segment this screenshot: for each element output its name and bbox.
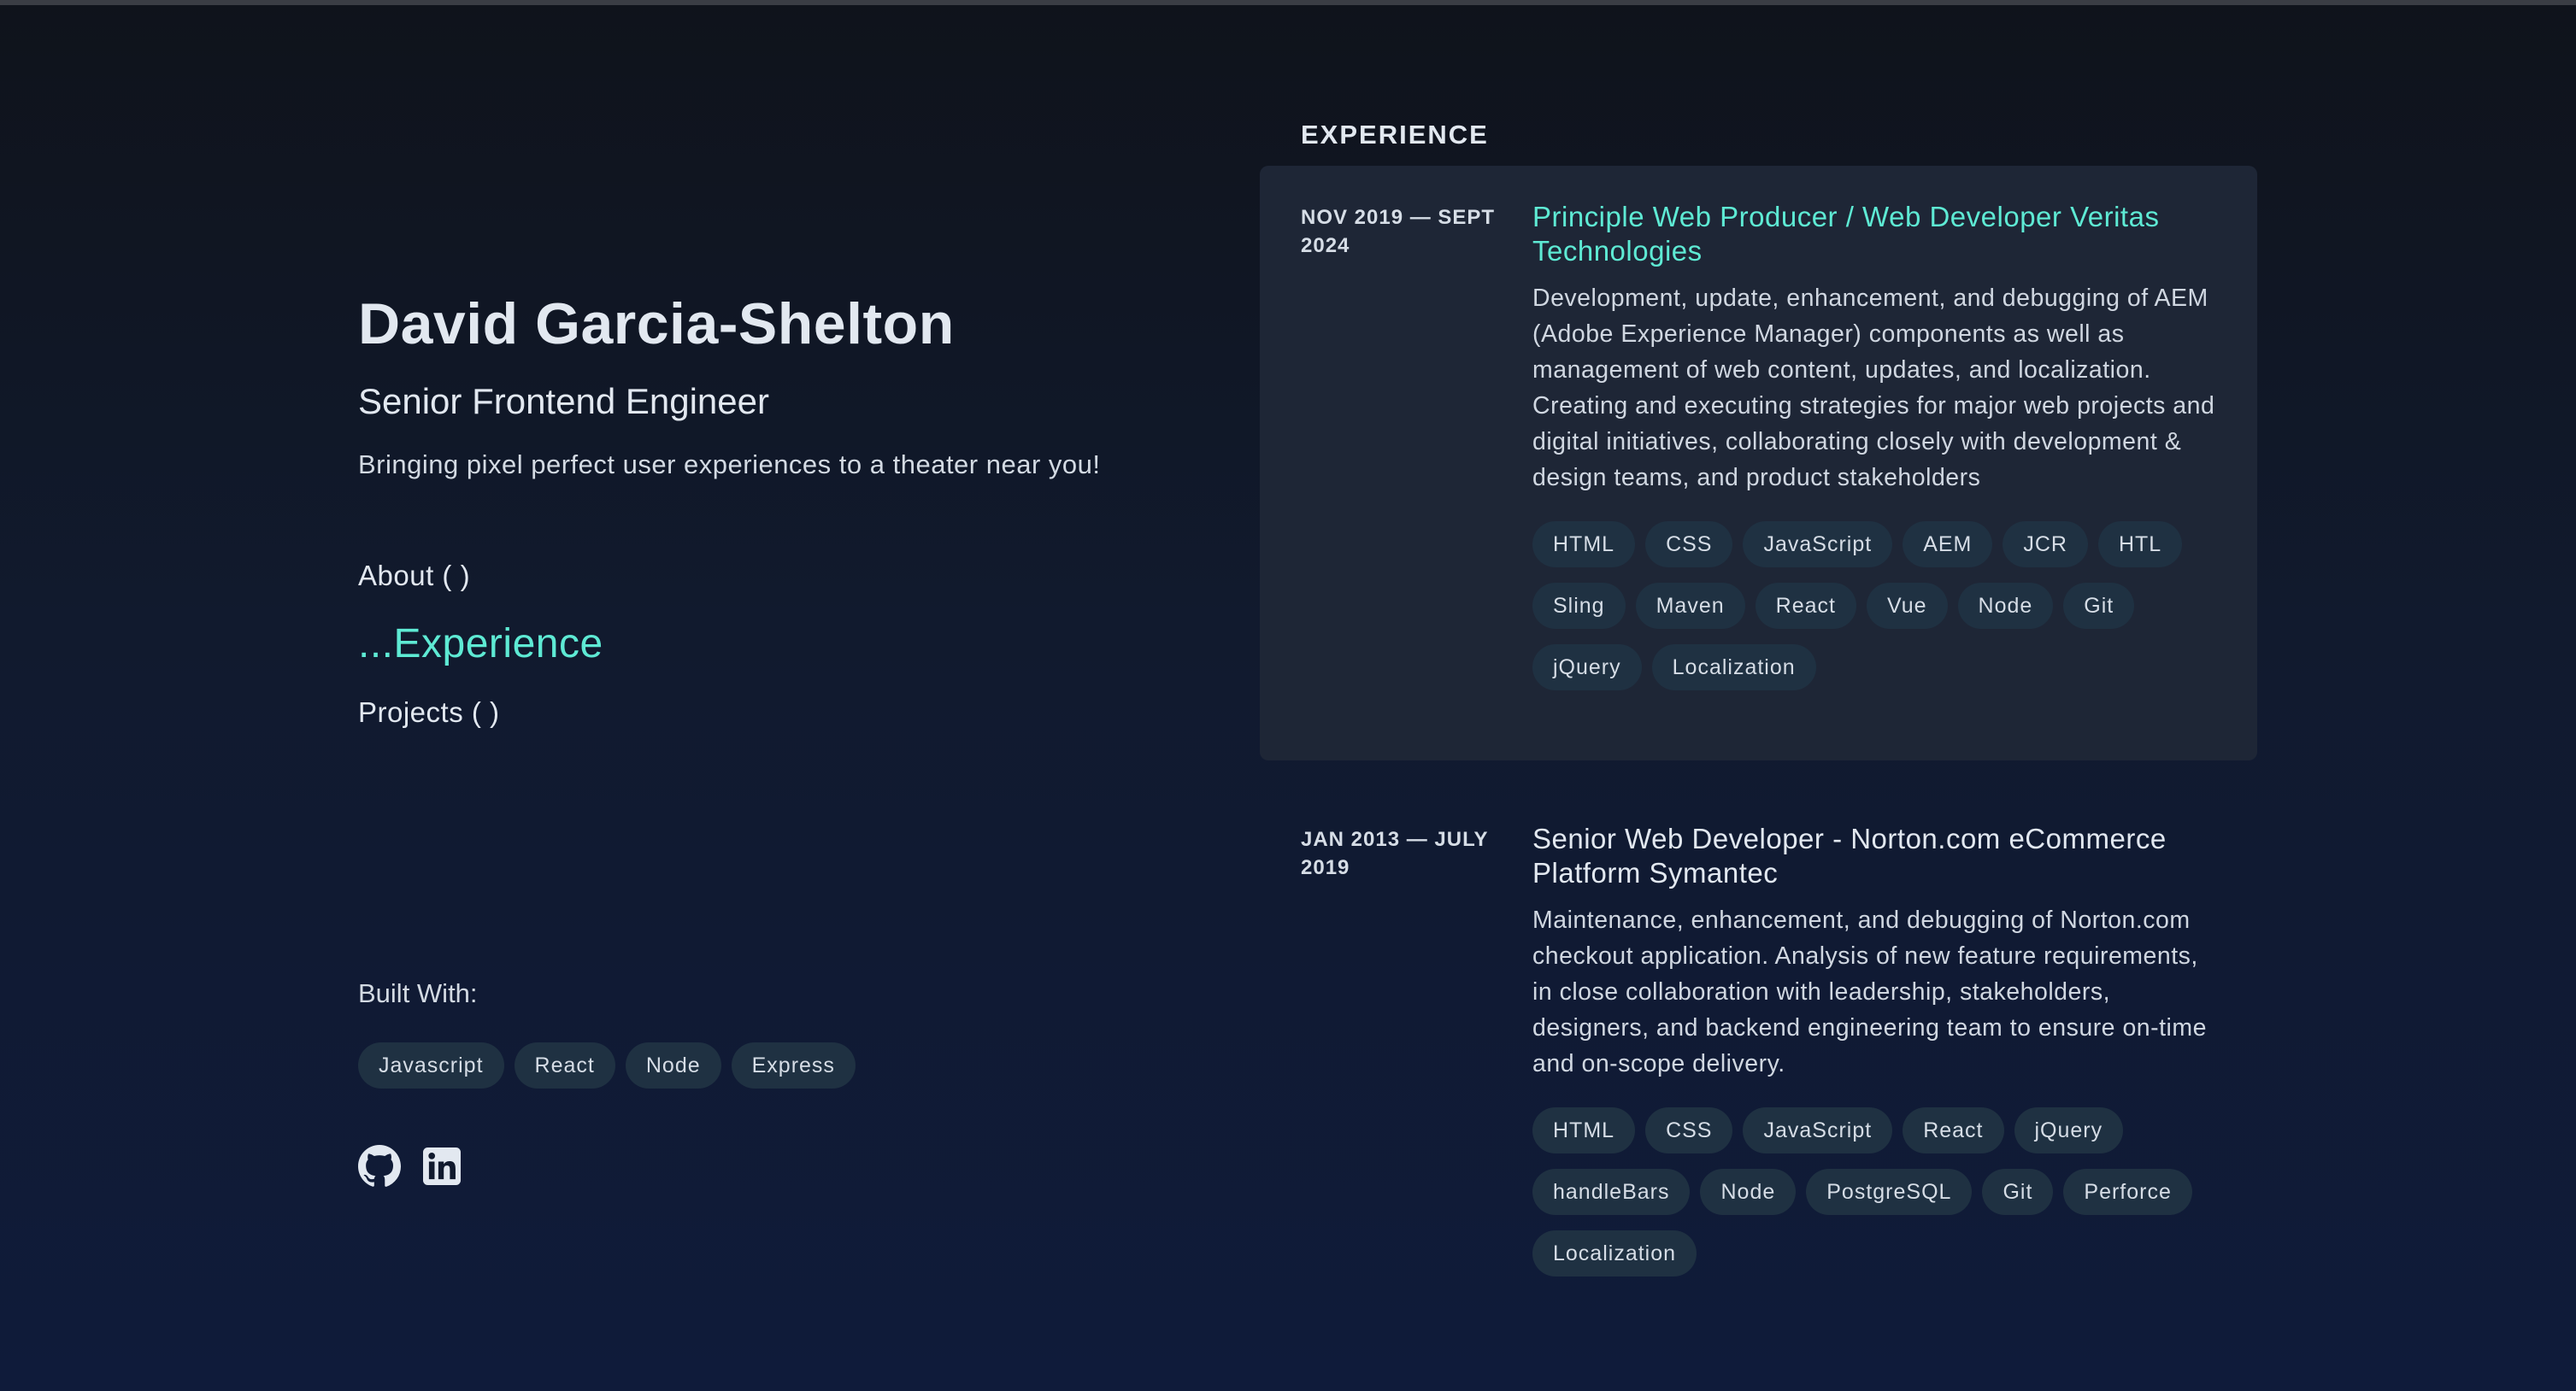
social-links [358, 1145, 466, 1188]
built-with-list: Javascript React Node Express [358, 1042, 856, 1089]
nav-projects[interactable]: Projects ( ) [358, 678, 1127, 747]
experience-tags: HTML CSS JavaScript React jQuery handleBars No… [1532, 1107, 2216, 1277]
tech-tag: jQuery [2014, 1107, 2124, 1153]
built-with-pill: React [514, 1042, 615, 1089]
experience-item[interactable]: NOV 2019 — SEPT 2024 Principle Web Produ… [1260, 166, 2257, 760]
tech-tag: CSS [1645, 521, 1733, 567]
profile-role: Senior Frontend Engineer [358, 381, 769, 421]
experience-title[interactable]: Senior Web Developer - Norton.com eComme… [1532, 822, 2216, 890]
experience-date: JAN 2013 — JULY 2019 [1301, 828, 1489, 879]
window-top-border [0, 0, 2576, 5]
tech-tag: PostgreSQL [1806, 1169, 1973, 1215]
tech-tag: HTML [1532, 1107, 1636, 1153]
github-icon[interactable] [358, 1145, 402, 1188]
experience-description: Maintenance, enhancement, and debugging … [1532, 907, 2207, 1077]
experience-description: Development, update, enhancement, and de… [1532, 285, 2215, 491]
built-with-pill: Javascript [358, 1042, 504, 1089]
tech-tag: CSS [1645, 1107, 1733, 1153]
nav-about[interactable]: About ( ) [358, 542, 1127, 610]
tech-tag: Vue [1866, 583, 1948, 629]
built-with-label: Built With: [358, 978, 478, 1008]
tech-tag: Git [1982, 1169, 2054, 1215]
tech-tag: Localization [1651, 644, 1816, 690]
tech-tag: React [1755, 583, 1856, 629]
tech-tag: Node [1957, 583, 2054, 629]
built-with-pill: Node [625, 1042, 721, 1089]
experience-tags: HTML CSS JavaScript AEM JCR HTL Sling Maven Reac… [1532, 521, 2216, 690]
tech-tag: JavaScript [1743, 1107, 1893, 1153]
tech-tag: AEM [1903, 521, 1993, 567]
nav-experience[interactable]: ...Experience [358, 610, 1127, 678]
tech-tag: Localization [1532, 1230, 1697, 1277]
linkedin-icon[interactable] [423, 1145, 466, 1188]
built-with-pill: Express [731, 1042, 856, 1089]
experience-heading: EXPERIENCE [1301, 120, 1489, 150]
tech-tag: Maven [1635, 583, 1745, 629]
section-nav: About ( ) ...Experience Projects ( ) [358, 542, 1127, 747]
tech-tag: Git [2063, 583, 2135, 629]
experience-date: NOV 2019 — SEPT 2024 [1301, 206, 1496, 257]
profile-name: David Garcia-Shelton [358, 291, 955, 356]
experience-item[interactable]: JAN 2013 — JULY 2019 Senior Web Develope… [1260, 788, 2257, 1311]
profile-section: David Garcia-Shelton Senior Frontend Eng… [358, 291, 1127, 747]
tech-tag: HTML [1532, 521, 1636, 567]
tech-tag: Sling [1532, 583, 1626, 629]
tech-tag: handleBars [1532, 1169, 1691, 1215]
tech-tag: jQuery [1532, 644, 1642, 690]
tech-tag: React [1903, 1107, 2004, 1153]
tech-tag: Perforce [2063, 1169, 2192, 1215]
tech-tag: JavaScript [1743, 521, 1893, 567]
tech-tag: JCR [2003, 521, 2088, 567]
tech-tag: Node [1700, 1169, 1797, 1215]
experience-title[interactable]: Principle Web Producer / Web Developer V… [1532, 200, 2216, 268]
tech-tag: HTL [2097, 521, 2183, 567]
profile-tagline: Bringing pixel perfect user experiences … [358, 449, 1101, 479]
